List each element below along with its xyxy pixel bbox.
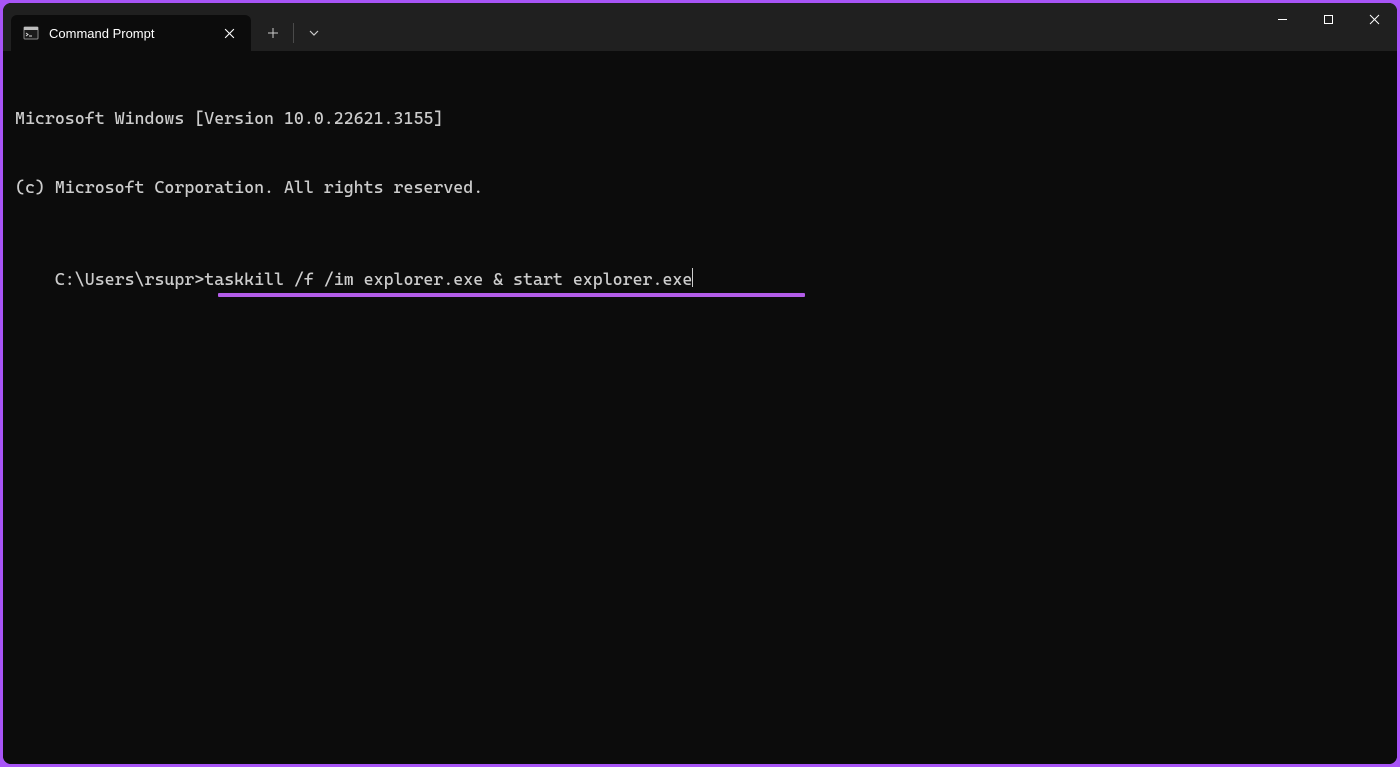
tab-title: Command Prompt — [49, 26, 209, 41]
minimize-button[interactable] — [1259, 3, 1305, 35]
cmd-icon — [23, 25, 39, 41]
close-button[interactable] — [1351, 3, 1397, 35]
terminal-output-line: (c) Microsoft Corporation. All rights re… — [15, 176, 1385, 199]
window-controls — [1259, 3, 1397, 51]
tab-divider — [293, 23, 294, 43]
tab-strip: Command Prompt — [3, 3, 332, 51]
terminal-body[interactable]: Microsoft Windows [Version 10.0.22621.31… — [3, 51, 1397, 764]
tab-command-prompt[interactable]: Command Prompt — [11, 15, 251, 51]
terminal-window: Command Prompt — [3, 3, 1397, 764]
tab-actions — [255, 15, 332, 51]
tab-dropdown-button[interactable] — [296, 15, 332, 51]
terminal-prompt: C:\Users\rsupr> — [55, 269, 204, 289]
tab-close-button[interactable] — [219, 23, 239, 43]
terminal-command-input[interactable]: taskkill /f /im explorer.exe & start exp… — [204, 269, 692, 289]
terminal-prompt-line: C:\Users\rsupr>taskkill /f /im explorer.… — [55, 268, 694, 291]
maximize-button[interactable] — [1305, 3, 1351, 35]
text-cursor — [692, 268, 693, 287]
new-tab-button[interactable] — [255, 15, 291, 51]
terminal-output-line: Microsoft Windows [Version 10.0.22621.31… — [15, 107, 1385, 130]
highlight-underline — [218, 293, 805, 297]
titlebar[interactable]: Command Prompt — [3, 3, 1397, 51]
